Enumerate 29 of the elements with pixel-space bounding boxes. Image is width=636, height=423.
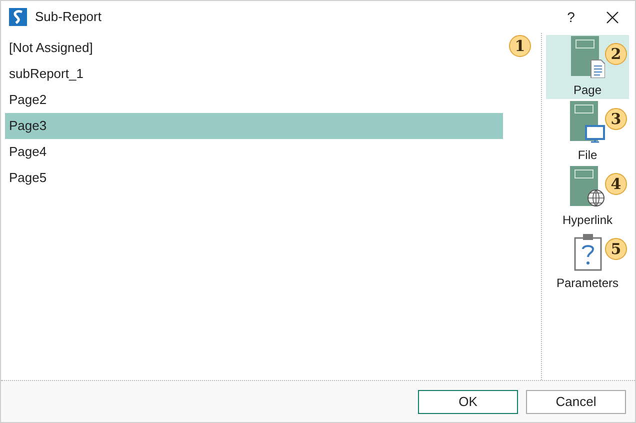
list-item[interactable]: Page4 (5, 139, 503, 165)
window-title: Sub-Report (35, 8, 102, 26)
close-icon (606, 10, 618, 24)
page-icon (570, 36, 604, 78)
cancel-button[interactable]: Cancel (526, 390, 626, 414)
list-item[interactable]: Page2 (5, 87, 503, 113)
monitor-file-icon (570, 100, 606, 142)
globe-page-icon (570, 166, 606, 208)
option-label: Page (573, 82, 602, 98)
callout-badge: 1 (509, 35, 531, 57)
clipboard-question-icon (574, 232, 602, 270)
callout-badge: 2 (605, 43, 627, 65)
list-item[interactable]: subReport_1 (5, 61, 503, 87)
help-button[interactable]: ? (553, 3, 589, 31)
option-label: Parameters (556, 274, 619, 292)
source-option[interactable]: Parameters 5 (546, 230, 629, 294)
list-item[interactable]: Page3 (5, 113, 503, 139)
option-label: Hyperlink (562, 212, 612, 228)
callout-badge: 4 (605, 173, 627, 195)
list-item[interactable]: [Not Assigned] (5, 35, 503, 61)
ok-button[interactable]: OK (418, 390, 518, 414)
option-label: File (578, 146, 598, 164)
callout-badge: 5 (605, 238, 627, 260)
list-item[interactable]: Page5 (5, 165, 503, 191)
source-option[interactable]: Page 2 (546, 35, 629, 99)
app-logo-icon (9, 8, 27, 26)
source-option[interactable]: File 3 (546, 100, 629, 164)
source-option[interactable]: Hyperlink 4 (546, 165, 629, 229)
callout-badge: 3 (605, 108, 627, 130)
